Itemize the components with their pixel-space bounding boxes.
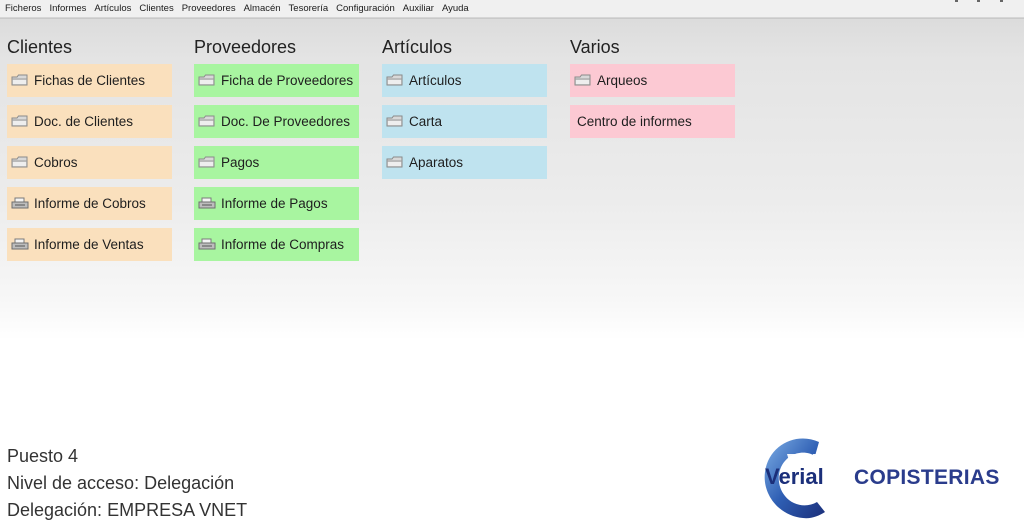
svg-text:Verial: Verial: [765, 464, 824, 489]
tile-label: Informe de Pagos: [221, 196, 328, 211]
tile-arqueos[interactable]: Arqueos: [570, 64, 735, 97]
menu-tesoreria[interactable]: Tesorería: [285, 0, 333, 18]
tile-fichas-de-clientes[interactable]: Fichas de Clientes: [7, 64, 172, 97]
tile-carta[interactable]: Carta: [382, 105, 547, 138]
access-level-label: Nivel de acceso: Delegación: [7, 473, 235, 493]
tile-label: Ficha de Proveedores: [221, 73, 354, 88]
section-title-articulos: Artículos: [382, 37, 453, 57]
menu-ayuda[interactable]: Ayuda: [438, 0, 473, 18]
printer-icon: [11, 197, 30, 211]
tile-label: Fichas de Clientes: [34, 73, 146, 88]
puesto-label: Puesto 4: [7, 446, 79, 466]
tile-label: Pagos: [221, 155, 260, 170]
verial-logo: Verial: [757, 432, 847, 522]
folder-icon: [386, 156, 405, 170]
tile-pagos[interactable]: Pagos: [194, 146, 359, 179]
folder-icon: [198, 156, 217, 170]
section-title-varios: Varios: [570, 37, 620, 57]
tile-articulos[interactable]: Artículos: [382, 64, 547, 97]
section-clientes: Clientes Fichas de Clientes Doc. de Clie…: [7, 36, 177, 269]
tile-informe-de-compras[interactable]: Informe de Compras: [194, 228, 359, 261]
menu-configuracion[interactable]: Configuración: [332, 0, 399, 18]
folder-icon: [11, 115, 30, 129]
menu-auxiliar[interactable]: Auxiliar: [399, 0, 438, 18]
tile-label: Doc. De Proveedores: [221, 114, 351, 129]
folder-icon: [11, 156, 30, 170]
brand-name: COPISTERIAS: [854, 466, 1000, 489]
menu-ficheros[interactable]: Ficheros: [1, 0, 45, 18]
printer-icon: [198, 238, 217, 252]
section-varios: Varios Arqueos Centro de informes: [570, 36, 740, 146]
tile-label: Informe de Cobros: [34, 196, 146, 211]
window-edge-mark: [955, 0, 958, 2]
delegation-label: Delegación: EMPRESA VNET: [7, 500, 248, 520]
tile-label: Informe de Ventas: [34, 237, 144, 252]
tile-aparatos[interactable]: Aparatos: [382, 146, 547, 179]
section-articulos: Artículos Artículos Carta Aparatos: [382, 36, 552, 187]
menu-almacen[interactable]: Almacén: [240, 0, 285, 18]
tile-informe-de-cobros[interactable]: Informe de Cobros: [7, 187, 172, 220]
folder-icon: [386, 115, 405, 129]
tile-cobros[interactable]: Cobros: [7, 146, 172, 179]
tile-doc-de-clientes[interactable]: Doc. de Clientes: [7, 105, 172, 138]
tile-centro-de-informes[interactable]: Centro de informes: [570, 105, 735, 138]
session-info: Puesto 4 Nivel de acceso: Delegación Del…: [7, 443, 247, 524]
printer-icon: [198, 197, 217, 211]
folder-icon: [574, 74, 593, 88]
tile-label: Centro de informes: [577, 114, 692, 129]
tile-label: Informe de Compras: [221, 237, 345, 252]
menu-clientes[interactable]: Clientes: [135, 0, 177, 18]
section-title-clientes: Clientes: [7, 37, 73, 57]
menu-separator: [0, 18, 1024, 19]
window-edge-mark: [977, 0, 980, 2]
section-title-proveedores: Proveedores: [194, 37, 297, 57]
printer-icon: [11, 238, 30, 252]
folder-icon: [198, 74, 217, 88]
tile-label: Cobros: [34, 155, 78, 170]
tile-label: Carta: [409, 114, 443, 129]
menu-informes[interactable]: Informes: [45, 0, 90, 18]
tile-label: Aparatos: [409, 155, 464, 170]
tile-label: Arqueos: [597, 73, 648, 88]
folder-icon: [11, 74, 30, 88]
tile-informe-de-ventas[interactable]: Informe de Ventas: [7, 228, 172, 261]
tile-ficha-de-proveedores[interactable]: Ficha de Proveedores: [194, 64, 359, 97]
tile-informe-de-pagos[interactable]: Informe de Pagos: [194, 187, 359, 220]
tile-label: Doc. de Clientes: [34, 114, 134, 129]
menu-articulos[interactable]: Artículos: [90, 0, 135, 18]
section-proveedores: Proveedores Ficha de Proveedores Doc. De…: [194, 36, 364, 269]
menu-proveedores[interactable]: Proveedores: [178, 0, 240, 18]
folder-icon: [198, 115, 217, 129]
menu-bar: Ficheros Informes Artículos Clientes Pro…: [0, 0, 1024, 18]
tile-label: Artículos: [409, 73, 462, 88]
window-edge-mark: [1000, 0, 1003, 2]
tile-doc-de-proveedores[interactable]: Doc. De Proveedores: [194, 105, 359, 138]
folder-icon: [386, 74, 405, 88]
